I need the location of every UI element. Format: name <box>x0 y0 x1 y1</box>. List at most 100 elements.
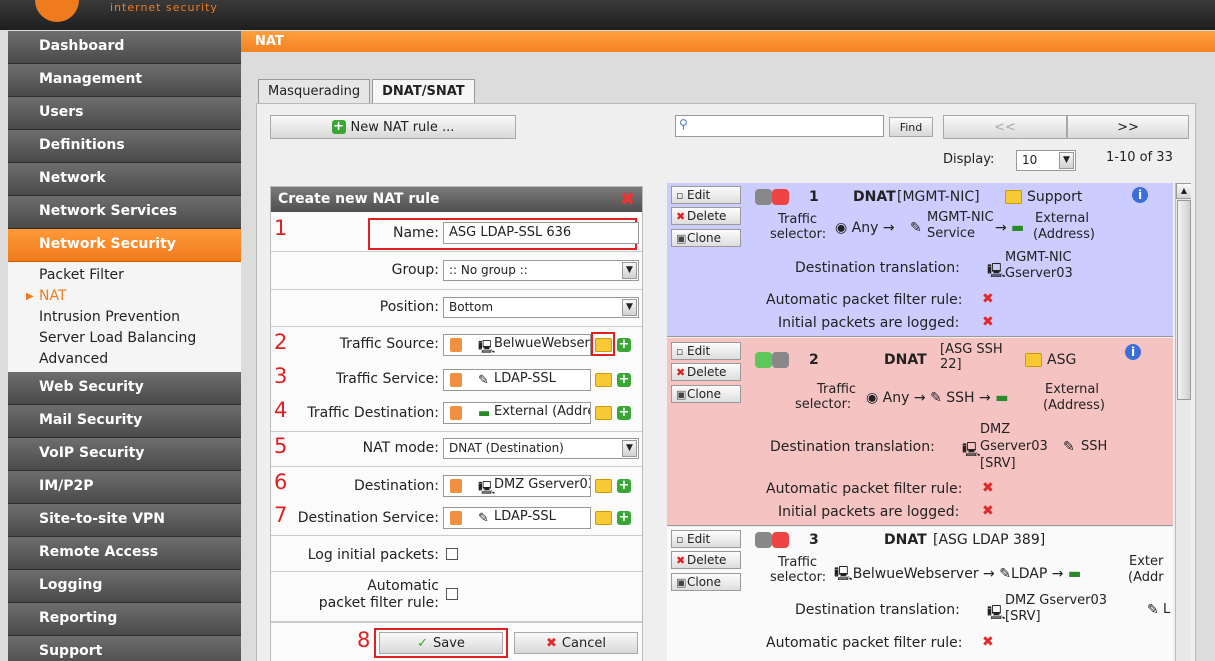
traffic-service-box[interactable]: ✎ LDAP-SSL <box>443 369 591 391</box>
name-input[interactable]: ASG LDAP-SSL 636 <box>443 222 639 244</box>
folder-icon[interactable] <box>595 373 612 387</box>
page-range: 1-10 of 33 <box>1106 150 1173 165</box>
add-icon[interactable]: + <box>617 511 631 525</box>
clone-button[interactable]: ▣Clone <box>671 573 741 591</box>
trash-icon[interactable] <box>450 511 462 525</box>
sidebar-item-users[interactable]: Users <box>8 97 241 130</box>
sidebar-item-network-security[interactable]: Network Security <box>8 229 241 262</box>
position-value: Bottom <box>449 300 494 314</box>
edit-button[interactable]: ▫ Edit <box>671 186 741 204</box>
selector-source-value: Any <box>882 390 910 406</box>
rule-list-scrollbar[interactable]: ▲ <box>1175 183 1191 661</box>
breadcrumb: NAT <box>241 31 1215 52</box>
cancel-button[interactable]: ✖ Cancel <box>514 632 638 654</box>
scroll-up-icon[interactable]: ▲ <box>1176 183 1191 199</box>
sidebar-item-dashboard[interactable]: Dashboard <box>8 31 241 64</box>
delete-button[interactable]: ✖ Delete <box>671 551 741 569</box>
autopf-label-1: Automatic <box>367 578 439 594</box>
trash-icon[interactable] <box>450 373 462 387</box>
traffic-source-box[interactable]: 🖳 BelwueWebserver <box>443 334 591 356</box>
subnav-advanced[interactable]: Advanced <box>8 349 241 370</box>
add-icon[interactable]: + <box>617 406 631 420</box>
auto-pf-label: Automatic packet filter rule: <box>766 292 963 308</box>
edit-button[interactable]: ▫ Edit <box>671 530 741 548</box>
subnav-packet-filter[interactable]: Packet Filter <box>8 265 241 286</box>
next-page-button[interactable]: >> <box>1067 115 1189 139</box>
sidebar-item-management[interactable]: Management <box>8 64 241 97</box>
folder-icon[interactable] <box>595 511 612 525</box>
delete-button[interactable]: ✖ Delete <box>671 207 741 225</box>
folder-icon[interactable] <box>595 338 612 352</box>
display-select[interactable]: 10 ▼ <box>1016 150 1076 171</box>
trash-icon[interactable] <box>450 479 462 493</box>
destination-service-box[interactable]: ✎ LDAP-SSL <box>443 507 591 529</box>
position-select[interactable]: Bottom ▼ <box>443 297 639 318</box>
sidebar-item-im-p2p[interactable]: IM/P2P <box>8 471 241 504</box>
info-icon[interactable]: i <box>1125 344 1141 360</box>
sidebar-item-web-security[interactable]: Web Security <box>8 372 241 405</box>
new-nat-rule-button[interactable]: + New NAT rule ... <box>270 115 516 139</box>
close-icon[interactable]: ✖ <box>619 191 636 209</box>
sidebar-item-network[interactable]: Network <box>8 163 241 196</box>
trash-icon[interactable] <box>450 338 462 352</box>
subnav-intrusion-prevention[interactable]: Intrusion Prevention <box>8 307 241 328</box>
step-marker: 3 <box>274 364 288 388</box>
trash-icon[interactable] <box>450 406 462 420</box>
status-toggle[interactable] <box>755 532 789 548</box>
sidebar-item-reporting[interactable]: Reporting <box>8 603 241 636</box>
destination-value: DMZ Gserver03 <box>494 477 591 492</box>
translation-service: SSH <box>1081 439 1108 454</box>
subnav-server-load-balancing[interactable]: Server Load Balancing <box>8 328 241 349</box>
sidebar-item-site-to-site-vpn[interactable]: Site-to-site VPN <box>8 504 241 537</box>
autopf-checkbox[interactable] <box>446 588 458 600</box>
sidebar-item-remote-access[interactable]: Remote Access <box>8 537 241 570</box>
tab-dnat-snat[interactable]: DNAT/SNAT <box>372 79 475 103</box>
delete-button[interactable]: ✖ Delete <box>671 363 741 381</box>
logged-label: Initial packets are logged: <box>778 315 960 331</box>
tab-masquerading[interactable]: Masquerading <box>258 79 371 103</box>
delete-label: Delete <box>687 553 727 567</box>
clone-button[interactable]: ▣Clone <box>671 385 741 403</box>
destination-service-value: LDAP-SSL <box>494 509 556 524</box>
nat-mode-select[interactable]: DNAT (Destination) ▼ <box>443 438 639 459</box>
scroll-thumb[interactable] <box>1177 200 1191 400</box>
selector-service-value: LDAP <box>1010 566 1048 582</box>
sidebar-item-logging[interactable]: Logging <box>8 570 241 603</box>
add-icon[interactable]: + <box>617 479 631 493</box>
sidebar-item-support[interactable]: Support <box>8 636 241 661</box>
step-marker: 6 <box>274 470 288 494</box>
status-toggle[interactable] <box>755 189 789 205</box>
group-select[interactable]: :: No group :: ▼ <box>443 260 639 281</box>
edit-button[interactable]: ▫ Edit <box>671 342 741 360</box>
find-button[interactable]: Find <box>889 117 933 137</box>
save-label: Save <box>432 635 465 651</box>
save-button[interactable]: ✓ Save <box>379 632 503 654</box>
sidebar-item-network-services[interactable]: Network Services <box>8 196 241 229</box>
subnav-nat[interactable]: ▶ NAT <box>8 286 241 307</box>
folder-icon[interactable] <box>595 406 612 420</box>
globe-icon: ◉ <box>866 390 879 406</box>
rule-number: 1 <box>809 189 819 205</box>
selector-service-2: Service <box>927 226 976 241</box>
search-input[interactable] <box>696 118 880 134</box>
step-marker: 4 <box>274 398 288 422</box>
form-row-nat-mode: 5 NAT mode: DNAT (Destination) ▼ <box>271 432 642 467</box>
traffic-destination-box[interactable]: ▬ External (Address) <box>443 402 591 424</box>
status-toggle[interactable] <box>755 352 789 368</box>
translation-value-1: DMZ <box>980 422 1011 437</box>
add-icon[interactable]: + <box>617 373 631 387</box>
prev-page-button[interactable]: << <box>943 115 1067 139</box>
edit-icon: ▫ <box>676 533 684 546</box>
search-box: ⚲ <box>675 115 884 137</box>
sidebar-item-mail-security[interactable]: Mail Security <box>8 405 241 438</box>
sidebar-item-voip-security[interactable]: VoIP Security <box>8 438 241 471</box>
log-checkbox[interactable] <box>446 548 458 560</box>
selector-source-value: BelwueWebserver <box>852 566 979 582</box>
sidebar-item-definitions[interactable]: Definitions <box>8 130 241 163</box>
folder-icon[interactable] <box>595 479 612 493</box>
add-icon[interactable]: + <box>617 338 631 352</box>
info-icon[interactable]: i <box>1132 187 1148 203</box>
network-icon: ▬ <box>1067 566 1082 582</box>
destination-box[interactable]: 🖳 DMZ Gserver03 <box>443 475 591 497</box>
clone-button[interactable]: ▣Clone <box>671 229 741 247</box>
